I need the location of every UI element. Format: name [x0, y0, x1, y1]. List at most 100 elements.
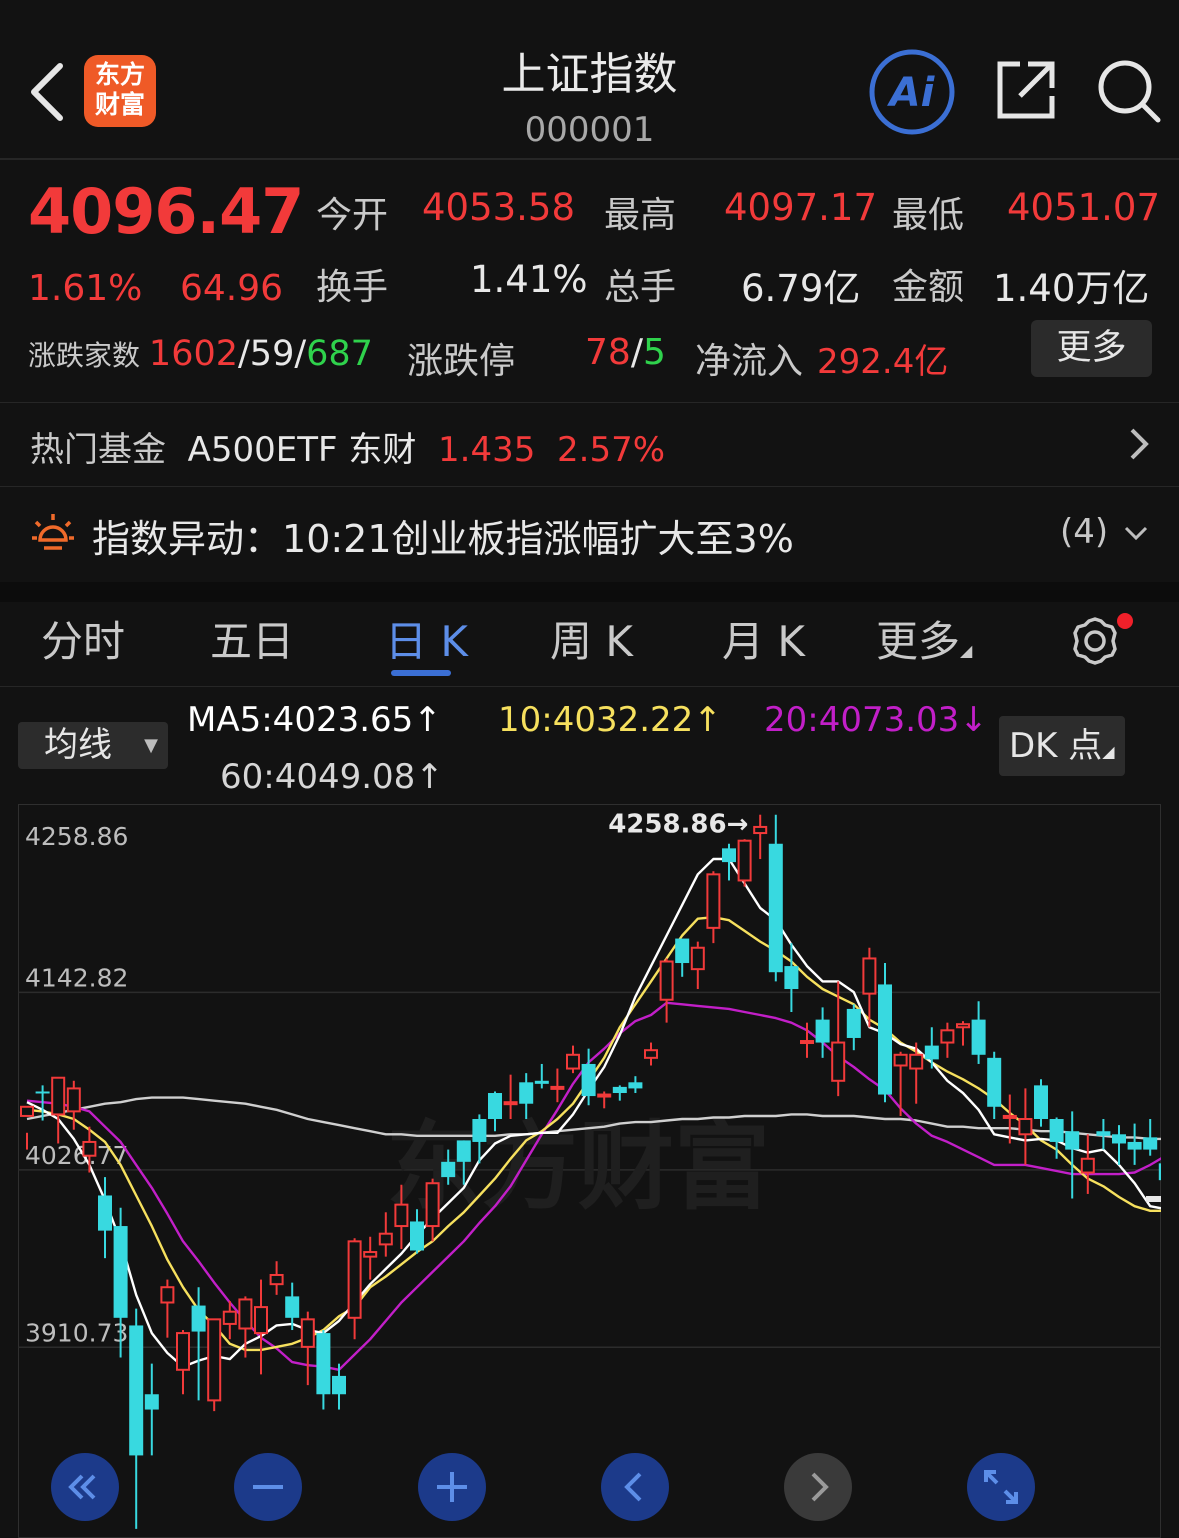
volume-label: 总手 [604, 267, 677, 308]
zoom-in-button[interactable] [417, 1452, 487, 1522]
candle-body [1002, 1114, 1017, 1119]
candle [316, 1330, 331, 1410]
flat-count: 59 [249, 334, 295, 374]
candle-body [222, 1310, 237, 1325]
candle [1034, 1079, 1048, 1127]
scroll-right-button[interactable] [783, 1452, 853, 1522]
candle-body [472, 1119, 487, 1142]
candle-body [378, 1232, 393, 1246]
amount-label: 金额 [892, 267, 965, 308]
candle-body [1112, 1134, 1126, 1144]
alert-text: 10:21创业板指涨幅扩大至3% [282, 517, 794, 561]
price-marker-tick [1146, 1196, 1161, 1202]
candle [160, 1279, 175, 1338]
candle-body [316, 1333, 331, 1395]
tab-intraday[interactable]: 分时 [41, 608, 125, 669]
change-percent: 1.61% [28, 268, 143, 309]
candle-body [410, 1221, 424, 1251]
kline-chart[interactable]: 东方财富 4258.864142.824026.773910.73 4258.8… [18, 804, 1161, 1538]
y-tick-label: 3910.73 [25, 1318, 128, 1347]
hot-fund-price: 1.435 [438, 430, 536, 470]
chevron-right-icon[interactable] [1126, 426, 1152, 462]
alert-count: (4) [1060, 512, 1109, 552]
active-tab-indicator [391, 670, 451, 676]
candle-body [98, 1195, 112, 1231]
candle-body [82, 1140, 97, 1157]
index-alert-row[interactable]: 指数异动：10:21创业板指涨幅扩大至3% [92, 508, 794, 563]
candle-body [269, 1273, 284, 1286]
last-price: 4096.47 [28, 175, 304, 248]
candle [644, 1042, 658, 1066]
candle-body [706, 873, 721, 929]
candle-body [1096, 1131, 1111, 1136]
candle-body [1158, 1163, 1161, 1181]
candle-body [909, 1053, 924, 1070]
candle-body [800, 1040, 814, 1045]
ma-selector[interactable]: 均线 ▼ [18, 722, 168, 769]
up-count: 1602 [148, 334, 238, 374]
candle-body [1049, 1119, 1064, 1142]
candle-body [238, 1298, 253, 1330]
candle [737, 839, 752, 887]
zoom-out-button[interactable] [233, 1452, 303, 1522]
chevron-down-icon[interactable] [1124, 524, 1148, 542]
candle-body [347, 1240, 362, 1319]
candle-body [737, 839, 752, 882]
candle [784, 943, 799, 1012]
tab-more[interactable]: 更多◢ [876, 608, 972, 669]
tab-monthly-k[interactable]: 月 K [722, 608, 805, 669]
settings-gear-icon[interactable] [1068, 612, 1136, 668]
candle [753, 814, 768, 860]
candle-body [129, 1325, 144, 1456]
candle [285, 1282, 300, 1331]
turnover-label: 换手 [316, 267, 389, 308]
candle [51, 1076, 66, 1144]
breadth-label: 涨跌家数 [28, 339, 141, 372]
candle-body [675, 938, 690, 964]
candle-body [846, 1008, 861, 1038]
candle-body [566, 1053, 580, 1070]
tab-weekly-k[interactable]: 周 K [550, 608, 633, 669]
tab-five-day[interactable]: 五日 [210, 608, 294, 669]
candle-body [1034, 1085, 1048, 1120]
search-icon[interactable] [1096, 58, 1162, 124]
hot-fund-pct: 2.57% [557, 430, 666, 470]
candle-body [35, 1091, 50, 1094]
candle [690, 941, 705, 990]
netflow-label: 净流入 [695, 341, 804, 382]
candle-body [441, 1161, 456, 1178]
candle [722, 843, 736, 881]
candle [1143, 1119, 1158, 1156]
candle-body [285, 1296, 300, 1318]
candle-body [924, 1045, 939, 1060]
ma5-value: MA5:4023.65↑ [187, 700, 442, 740]
share-icon[interactable] [994, 58, 1058, 122]
candle-body [519, 1082, 534, 1104]
hot-fund-row[interactable]: 热门基金 A500ETF 东财 1.435 2.57% [30, 422, 665, 471]
candle-body [113, 1226, 128, 1318]
fast-rewind-button[interactable] [50, 1452, 120, 1522]
candle [659, 958, 674, 1023]
fullscreen-button[interactable] [966, 1452, 1036, 1522]
candle [144, 1363, 159, 1456]
tab-daily-k[interactable]: 日 K [385, 608, 468, 669]
candle-body [51, 1076, 66, 1116]
candle-body [940, 1029, 955, 1044]
more-quote-button[interactable]: 更多 [1031, 320, 1152, 377]
dk-point-button[interactable]: DK 点◢ [999, 716, 1125, 776]
top-bar: 东方 财富 上证指数 000001 Ai [0, 0, 1179, 160]
candle [768, 814, 783, 982]
candle-body [1018, 1118, 1033, 1136]
candle-body [394, 1203, 409, 1228]
scroll-left-button[interactable] [600, 1452, 670, 1522]
ai-assistant-icon[interactable]: Ai [868, 48, 956, 136]
candle-body [893, 1053, 908, 1067]
candle [1127, 1123, 1142, 1165]
candle-body [987, 1057, 1002, 1107]
limit-down-count: 5 [642, 332, 666, 373]
change-amount: 64.96 [180, 268, 284, 309]
candle-body [254, 1306, 268, 1335]
candle [1049, 1117, 1064, 1159]
ma60-value: 60:4049.08↑ [220, 757, 444, 797]
candle [363, 1236, 378, 1280]
